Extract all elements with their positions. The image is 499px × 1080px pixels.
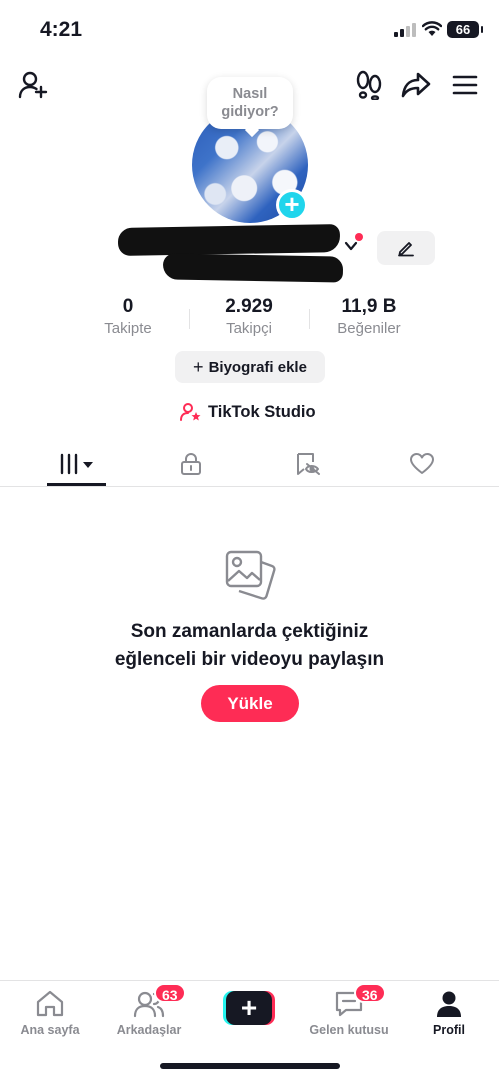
empty-state-title: Son zamanlarda çektiğiniz eğlenceli bir … [0,618,499,674]
nav-home-label: Ana sayfa [20,1023,80,1037]
edit-profile-button[interactable] [377,231,435,265]
add-avatar-button[interactable]: + [276,189,308,221]
pencil-icon [398,242,414,257]
inbox-badge: 36 [354,983,386,1003]
upload-button[interactable]: Yükle [201,685,299,722]
chevron-down-icon[interactable] [344,240,358,252]
empty-title-line1: Son zamanlarda çektiğiniz [130,621,369,642]
friends-badge: 63 [154,983,186,1003]
tiktok-studio-label: TikTok Studio [208,402,316,421]
nav-inbox-label: Gelen kutusu [309,1023,389,1037]
heart-icon [410,453,434,474]
photo-stack-icon [225,550,276,600]
nav-friends[interactable]: 63 Arkadaşlar [104,983,194,1037]
home-indicator [160,1063,340,1069]
tab-favorites[interactable] [273,443,343,485]
status-bar: 4:21 66 [0,0,499,60]
profile-tabs [0,443,499,487]
bubble-text-line1: Nasıl [232,86,268,102]
battery-indicator: 66 [447,21,483,38]
profile-icon [437,991,461,1017]
redacted-handle-scribble [162,253,344,283]
stat-likes-label: Beğeniler [337,320,401,337]
wifi-icon [422,21,442,36]
stat-following-value: 0 [122,296,134,317]
video-grid-icon [60,453,93,475]
bookmark-eye-icon [297,453,320,475]
stat-followers-label: Takipçi [226,320,272,337]
add-bio-label: Biyografi ekle [208,358,307,376]
add-bio-button[interactable]: + Biyografi ekle [175,351,325,383]
person-star-icon [180,403,201,421]
empty-title-line2: eğlenceli bir videoyu paylaşın [114,649,385,670]
menu-icon[interactable] [448,68,482,102]
redacted-name-scribble [117,224,341,256]
lock-icon [181,453,201,475]
nav-profile-label: Profil [433,1023,465,1037]
tab-liked[interactable] [387,443,457,485]
stat-following-label: Takipte [104,320,152,337]
stat-likes[interactable]: 11,9 B Beğeniler [309,296,429,337]
tab-videos[interactable] [42,443,112,485]
nav-friends-label: Arkadaşlar [116,1023,182,1037]
footprints-icon[interactable] [352,68,386,102]
tiktok-studio-link[interactable]: TikTok Studio [180,400,316,424]
add-friend-icon[interactable] [16,68,50,102]
status-time: 4:21 [40,18,83,41]
plus-icon: + [226,991,272,1025]
share-icon[interactable] [399,68,433,102]
status-bubble[interactable]: Nasıl gidiyor? [207,77,293,129]
stat-likes-value: 11,9 B [341,296,397,317]
nav-profile[interactable]: Profil [404,989,494,1037]
active-tab-indicator [47,483,106,486]
stat-following[interactable]: 0 Takipte [68,296,188,337]
tab-private[interactable] [156,443,226,485]
home-icon [36,990,64,1017]
bubble-text-line2: gidiyor? [221,104,279,120]
create-button[interactable]: + [223,991,275,1025]
plus-icon: + [193,356,204,377]
notification-dot [355,233,363,241]
stat-followers[interactable]: 2.929 Takipçi [189,296,309,337]
nav-home[interactable]: Ana sayfa [5,989,95,1037]
stat-followers-value: 2.929 [225,296,273,317]
cellular-signal-icon [394,23,416,37]
nav-inbox[interactable]: 36 Gelen kutusu [304,983,394,1037]
